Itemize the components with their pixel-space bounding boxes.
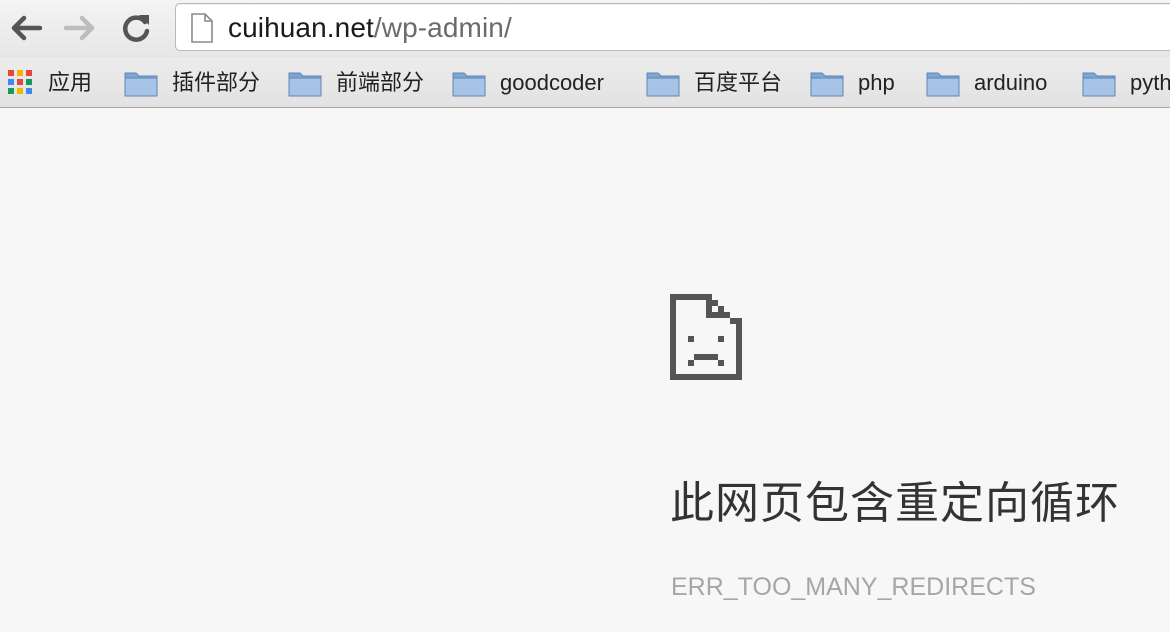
folder-icon (124, 72, 158, 97)
apps-grid-icon (8, 70, 34, 96)
bookmark-folder-frontend[interactable]: 前端部分 (288, 58, 424, 108)
folder-icon (810, 72, 844, 97)
bookmark-apps-label: 应用 (48, 70, 93, 95)
arrow-right-icon (63, 15, 95, 41)
back-button[interactable] (6, 8, 46, 48)
folder-icon (646, 72, 680, 97)
bookmark-label: 插件部分 (172, 70, 261, 95)
bookmark-label: 百度平台 (694, 70, 783, 95)
bookmark-label: goodcoder (500, 70, 604, 95)
bookmarks-bar: 应用 插件部分 前端部分 goodcoder 百度平台 php arduino … (0, 58, 1170, 108)
browser-window: cuihuan.net/wp-admin/ 应用 插件部分 前端部分 goodc… (0, 0, 1170, 632)
folder-icon (926, 72, 960, 97)
sad-document-icon (670, 294, 742, 380)
folder-icon (288, 72, 322, 97)
bookmark-label: pyth (1130, 70, 1170, 95)
bookmark-label: arduino (974, 70, 1048, 95)
bookmark-label: 前端部分 (336, 70, 425, 95)
url-path: /wp-admin/ (373, 12, 512, 43)
bookmark-folder-plugins[interactable]: 插件部分 (124, 58, 260, 108)
folder-icon (452, 72, 486, 97)
blank-page-icon (191, 13, 213, 43)
bookmark-folder-php[interactable]: php (810, 58, 895, 108)
url-host: cuihuan.net (228, 12, 374, 43)
reload-button[interactable] (116, 8, 156, 48)
bookmark-folder-goodcoder[interactable]: goodcoder (452, 58, 604, 108)
bookmark-folder-python[interactable]: pyth (1082, 58, 1170, 108)
error-code: ERR_TOO_MANY_REDIRECTS (671, 573, 1036, 601)
error-heading: 此网页包含重定向循环 (670, 479, 1120, 528)
arrow-left-icon (11, 15, 43, 41)
browser-toolbar: cuihuan.net/wp-admin/ (0, 0, 1170, 58)
folder-icon (1082, 72, 1116, 97)
forward-button[interactable] (60, 8, 100, 48)
bookmark-folder-arduino[interactable]: arduino (926, 58, 1047, 108)
address-bar[interactable]: cuihuan.net/wp-admin/ (175, 3, 1170, 51)
reload-icon (123, 15, 150, 42)
bookmark-label: php (858, 70, 895, 95)
url-text[interactable]: cuihuan.net/wp-admin/ (228, 12, 512, 44)
bookmark-folder-baidu[interactable]: 百度平台 (646, 58, 782, 108)
bookmark-apps[interactable]: 应用 (8, 58, 92, 108)
